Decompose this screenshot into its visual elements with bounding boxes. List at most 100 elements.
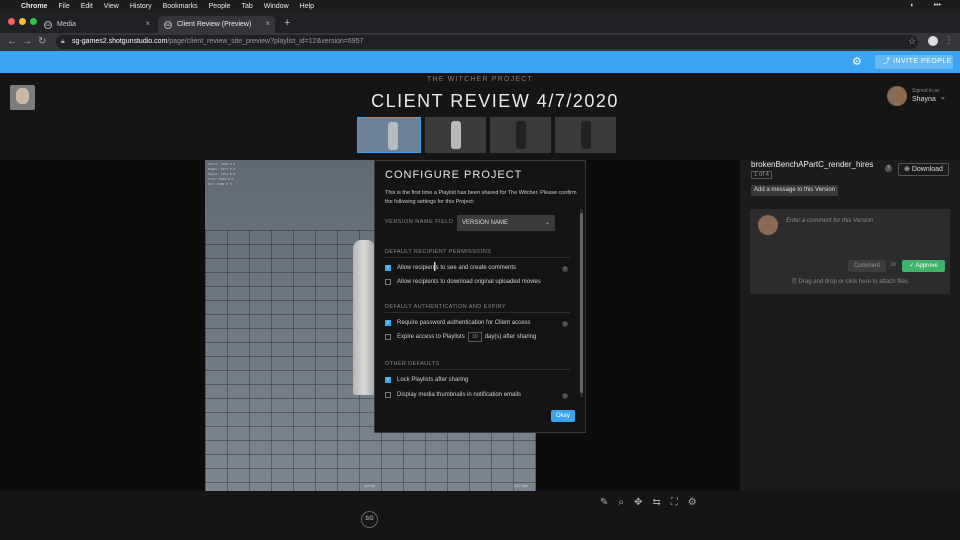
version-thumbnail[interactable] [555,117,616,153]
lock-playlists-row[interactable]: ✓ Lock Playlists after sharing [385,376,468,384]
menu-window[interactable]: Window [264,3,289,10]
version-thumbnail[interactable] [490,117,551,153]
gear-icon[interactable]: ⚙ [852,55,862,68]
approve-button[interactable]: ✓ Approve [902,260,945,272]
section-permissions: DEFAULT RECIPIENT PERMISSIONS [385,249,570,258]
browser-tab-strip: SG Media × SG Client Review (Preview) × … [0,12,960,33]
version-name-field-label: VERSION NAME FIELD [385,219,454,225]
gear-icon[interactable]: ⚙ [688,497,697,508]
download-icon: ⊕ [904,166,912,173]
add-message-button[interactable]: Add a message to this Version [751,185,839,196]
perm-download-checkbox[interactable] [385,279,391,285]
display-thumbs-label: Display media thumbnails in notification… [397,392,522,398]
chevron-down-icon[interactable]: ⌄ [940,93,946,101]
zoom-icon[interactable]: ⌕ [618,497,624,508]
reload-icon[interactable]: ↻ [38,36,46,47]
version-thumbnail[interactable] [425,117,486,153]
window-close-button[interactable] [8,18,15,25]
pencil-icon[interactable]: ✎ [600,497,608,508]
menu-people[interactable]: People [209,3,231,10]
perm-comments-label: Allow recipients to see and create comme… [397,265,517,271]
attach-files-dropzone[interactable]: ⎘ Drag and drop or click here to attach … [750,279,950,286]
menu-bookmarks[interactable]: Bookmarks [163,3,198,10]
download-button[interactable]: ⊕ Download [898,163,949,176]
address-bar[interactable]: 🔒︎ sg-games2.shotgunstudio.com/page/clie… [56,35,918,49]
url-host: sg-games2.shotgunstudio.com [72,38,168,45]
review-top-bar: ⚙ ⤴ INVITE PEOPLE [0,51,960,73]
fullscreen-icon[interactable]: ⛶ [671,497,678,508]
menu-app-name[interactable]: Chrome [21,3,47,10]
attach-text: Drag and drop or click here to attach fi… [798,279,908,285]
move-icon[interactable]: ✥ [634,497,642,508]
help-icon[interactable]: ? [562,393,568,399]
section-auth: DEFAULT AUTHENTICATION AND EXPIRY [385,304,570,313]
compare-icon[interactable]: ⇆ [652,497,660,508]
comment-box: Enter a comment for this Version Comment… [750,209,950,294]
approve-label: Approve [915,263,938,269]
expire-days-input[interactable]: 10 [467,332,482,342]
expire-row[interactable]: Expire access to Playlists 10 day(s) aft… [385,332,537,342]
window-minimize-button[interactable] [19,18,26,25]
perm-comments-row[interactable]: ✓ Allow recipients to see and create com… [385,264,516,272]
tab-client-review[interactable]: SG Client Review (Preview) × [158,16,275,33]
perm-comments-checkbox[interactable]: ✓ [385,265,391,271]
menu-tab[interactable]: Tab [241,3,252,10]
expire-suffix: day(s) after sharing [484,334,537,340]
fps-readout: 24.0 fps [513,483,528,488]
forward-arrow-icon[interactable]: → [22,36,32,47]
profile-icon[interactable] [928,36,938,46]
invite-people-button[interactable]: ⤴ INVITE PEOPLE [875,55,953,69]
browser-toolbar: ← → ↻ 🔒︎ sg-games2.shotgunstudio.com/pag… [0,33,960,51]
display-thumbs-row[interactable]: Display media thumbnails in notification… [385,391,521,399]
page-title: CLIENT REVIEW 4/7/2020 [371,91,619,111]
close-tab-icon[interactable]: × [265,19,270,28]
sg-favicon-icon: SG [44,20,52,29]
macos-menu-bar: Chrome File Edit View History Bookmarks … [0,0,960,12]
viewport-stats: Verts: 1989 0 0 Edges: 3977 0 0 Faces: 1… [208,162,236,186]
tab-media[interactable]: SG Media × [38,16,155,33]
version-name-select[interactable]: VERSION NAME ⌄ [457,215,555,231]
bookmark-star-icon[interactable]: ☆ [908,36,916,47]
invite-label: INVITE PEOPLE [892,58,952,65]
comment-button[interactable]: Comment [848,260,886,272]
auth-password-checkbox[interactable]: ✓ [385,320,391,326]
dialog-scrollbar[interactable] [580,209,583,397]
more-menu-icon[interactable]: ⋮ [944,35,954,46]
help-icon[interactable]: ? [562,266,568,272]
text-cursor-icon: I [433,260,437,274]
lock-icon[interactable]: 🔒︎ [61,35,65,49]
okay-button[interactable]: Okay [551,410,575,422]
back-arrow-icon[interactable]: ← [7,36,17,47]
statue-model [353,240,375,395]
lock-playlists-label: Lock Playlists after sharing [397,377,469,383]
expire-prefix: Expire access to Playlists [397,334,465,340]
dialog-intro: This is the first time a Playlist has be… [385,190,577,205]
help-icon[interactable]: ? [885,165,892,172]
version-thumbnails [357,117,616,155]
sg-logo-icon: SG [361,511,378,528]
new-tab-button[interactable]: + [284,17,290,29]
download-label: Download [911,166,943,173]
control-center-icon[interactable]: ◐ [910,2,914,9]
help-icon[interactable]: ? [562,321,568,327]
menu-history[interactable]: History [130,3,152,10]
close-tab-icon[interactable]: × [145,19,150,28]
tab-label: Media [57,21,77,28]
menu-extras-icon[interactable]: ••• [934,2,941,9]
lock-playlists-checkbox[interactable]: ✓ [385,377,391,383]
chevron-down-icon: ⌄ [544,220,550,226]
window-zoom-button[interactable] [30,18,37,25]
avatar [887,86,907,106]
perm-download-row[interactable]: Allow recipients to download original up… [385,278,541,286]
menu-view[interactable]: View [104,3,119,10]
expire-checkbox[interactable] [385,334,391,340]
version-thumbnail[interactable] [357,117,421,153]
auth-password-row[interactable]: ✓ Require password authentication for Cl… [385,319,530,327]
comment-input[interactable]: Enter a comment for this Version [786,218,873,224]
perm-download-label: Allow recipients to download original up… [397,279,541,285]
camera-label: persp [365,483,376,488]
menu-edit[interactable]: Edit [81,3,93,10]
menu-file[interactable]: File [58,3,69,10]
display-thumbs-checkbox[interactable] [385,392,391,398]
menu-help[interactable]: Help [300,3,314,10]
